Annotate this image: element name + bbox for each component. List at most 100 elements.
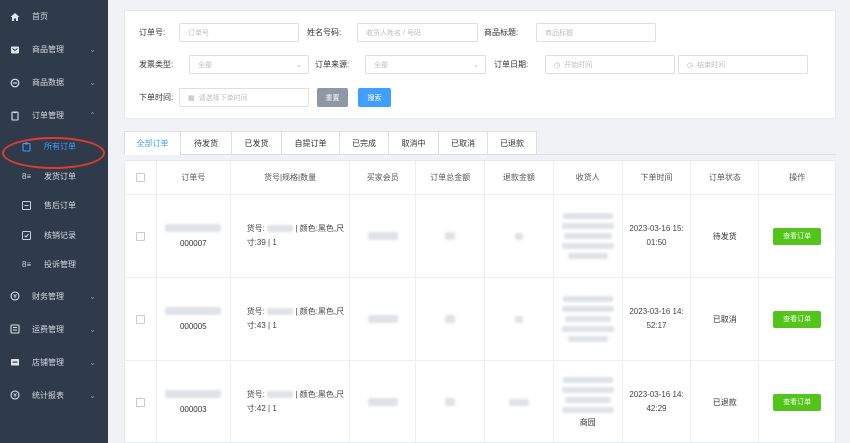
search-button[interactable]: 搜索 (358, 88, 391, 107)
col-receiver: 收货人 (554, 161, 623, 194)
chevron-down-icon: ⌄ (89, 45, 96, 54)
refund-cell (485, 278, 554, 360)
table-row: 000005 货号: | 颜色:黑色,尺 寸:43 | 1 2023-03-16… (125, 278, 835, 361)
order-no-input[interactable]: 订单号 (179, 23, 299, 42)
redacted-text (514, 232, 523, 240)
chevron-down-icon: ⌄ (296, 61, 302, 69)
redacted-text (561, 243, 614, 249)
redacted-text (367, 315, 398, 323)
redacted-text (445, 398, 456, 406)
main-content: 订单号: 订单号 姓名号码: 收货人姓名 / 号码 商品标题: 商品标题 发票类… (108, 0, 850, 443)
row-checkbox[interactable] (135, 231, 145, 241)
home-icon (10, 12, 20, 22)
total-cell (416, 278, 485, 360)
col-goods: 货号|规格|数量 (231, 161, 351, 194)
order-date-label: 订单日期: (494, 60, 529, 69)
redacted-text (561, 406, 614, 413)
freight-icon (10, 324, 20, 334)
status-cell: 已退款 (691, 361, 760, 442)
sidebar-item-products[interactable]: 商品管理 ⌄ (0, 33, 108, 66)
view-order-button[interactable]: 查看订单 (773, 393, 822, 411)
redacted-text (562, 213, 613, 219)
tab-refunded[interactable]: 已退款 (487, 131, 537, 155)
redacted-text (267, 308, 294, 316)
sidebar-subitem-label: 核销记录 (44, 230, 76, 240)
action-cell: 查看订单 (759, 278, 835, 360)
clock-icon: ◷ (687, 61, 694, 69)
receiver-extra: 商园 (579, 417, 596, 427)
chevron-down-icon: ⌄ (473, 61, 479, 69)
order-icon (10, 110, 20, 121)
sidebar-item-label: 店铺管理 (32, 357, 64, 367)
order-time-line1: 2023-03-16 14: (629, 390, 684, 399)
row-checkbox[interactable] (135, 314, 145, 324)
redacted-text (561, 386, 614, 393)
name-phone-input[interactable]: 收货人姓名 / 号码 (357, 23, 478, 42)
sidebar-item-label: 首页 (32, 12, 48, 21)
sidebar-item-home[interactable]: 首页 (0, 0, 108, 33)
order-time-cell: 2023-03-16 14: 52:17 (623, 278, 692, 360)
chevron-down-icon: ⌄ (89, 291, 96, 301)
sidebar-subitem-after-sale[interactable]: 售后订单 (0, 191, 108, 221)
tab-completed[interactable]: 已完成 (339, 131, 388, 155)
sidebar-item-label: 订单管理 (32, 111, 64, 120)
sidebar-item-product-data[interactable]: 商品数据 ⌄ (0, 66, 108, 99)
select-all-cell (125, 161, 157, 194)
row-checkbox[interactable] (135, 397, 145, 407)
sidebar-item-reports[interactable]: ¥ 统计报表 ⌄ (0, 379, 108, 412)
order-no-cell: 000005 (157, 278, 231, 360)
redacted-text (567, 253, 608, 259)
sidebar-item-finance[interactable]: ¥ 财务管理 ⌄ (0, 280, 108, 313)
order-time-input[interactable]: ▦ 请选择下单时间 (179, 88, 309, 107)
sidebar-item-orders[interactable]: 订单管理 ⌃ (0, 99, 108, 132)
sidebar-subitem-complaints[interactable]: 8≡ 投诉管理 (0, 250, 108, 280)
order-tabs: 全部订单 待发货 已发货 自提订单 已完成 取消中 已取消 已退款 (124, 131, 537, 155)
goods-cell: 货号: | 颜色:黑色,尺 寸:42 | 1 (231, 361, 351, 442)
order-no-cell: 000007 (157, 195, 231, 277)
product-title-input[interactable]: 商品标题 (536, 23, 656, 42)
sidebar-subitem-verify-records[interactable]: 核销记录 (0, 221, 108, 251)
tab-self-pickup[interactable]: 自提订单 (281, 131, 339, 155)
tab-cancelled[interactable]: 已取消 (438, 131, 487, 155)
tab-cancelling[interactable]: 取消中 (388, 131, 438, 155)
reset-button[interactable]: 重置 (317, 88, 348, 107)
redacted-text (567, 336, 608, 342)
refund-cell (485, 361, 554, 442)
goods-size: 寸:42 | 1 (246, 404, 277, 413)
order-date-start-input[interactable]: ◷ 开始时间 (545, 55, 675, 74)
order-date-end-input[interactable]: ◷ 结束时间 (678, 55, 808, 74)
redacted-text (564, 396, 611, 403)
chevron-down-icon: ⌄ (89, 357, 96, 367)
view-order-button[interactable]: 查看订单 (773, 227, 822, 245)
order-no-suffix: 000007 (179, 239, 207, 248)
receiver-cell (554, 195, 623, 277)
invoice-type-select[interactable]: 全部 ⌄ (189, 55, 309, 74)
sidebar-item-label: 财务管理 (32, 291, 64, 301)
orders-table: 订单号 货号|规格|数量 买家会员 订单总金额 退款金额 收货人 下单时间 订单… (124, 160, 836, 443)
tab-all-orders[interactable]: 全部订单 (124, 131, 180, 155)
ship-orders-icon: 8≡ (22, 171, 32, 181)
order-time-line1: 2023-03-16 14: (629, 307, 684, 316)
total-cell (416, 361, 485, 442)
tab-shipped[interactable]: 已发货 (231, 131, 281, 155)
redacted-text (561, 326, 614, 332)
select-all-checkbox[interactable] (135, 173, 145, 182)
order-source-select[interactable]: 全部 ⌄ (365, 55, 486, 74)
invoice-type-label: 发票类型: (139, 60, 174, 69)
redacted-text (508, 398, 529, 406)
action-cell: 查看订单 (759, 361, 835, 442)
calendar-icon: ▦ (188, 94, 195, 102)
sidebar-item-label: 运费管理 (32, 324, 64, 334)
view-order-button[interactable]: 查看订单 (773, 310, 822, 328)
sidebar-item-store[interactable]: 店铺管理 ⌄ (0, 346, 108, 379)
table-header: 订单号 货号|规格|数量 买家会员 订单总金额 退款金额 收货人 下单时间 订单… (125, 161, 835, 195)
order-no-suffix: 000005 (179, 322, 207, 331)
tab-pending-shipment[interactable]: 待发货 (180, 131, 231, 155)
redacted-text (562, 376, 613, 383)
goods-cell: 货号: | 颜色:黑色,尺 寸:39 | 1 (231, 195, 351, 277)
redacted-text (367, 232, 398, 240)
order-date-start-placeholder: 开始时间 (564, 61, 593, 69)
redacted-text (267, 391, 294, 399)
sidebar-item-freight[interactable]: 运费管理 ⌄ (0, 313, 108, 346)
after-sale-icon (22, 201, 32, 211)
